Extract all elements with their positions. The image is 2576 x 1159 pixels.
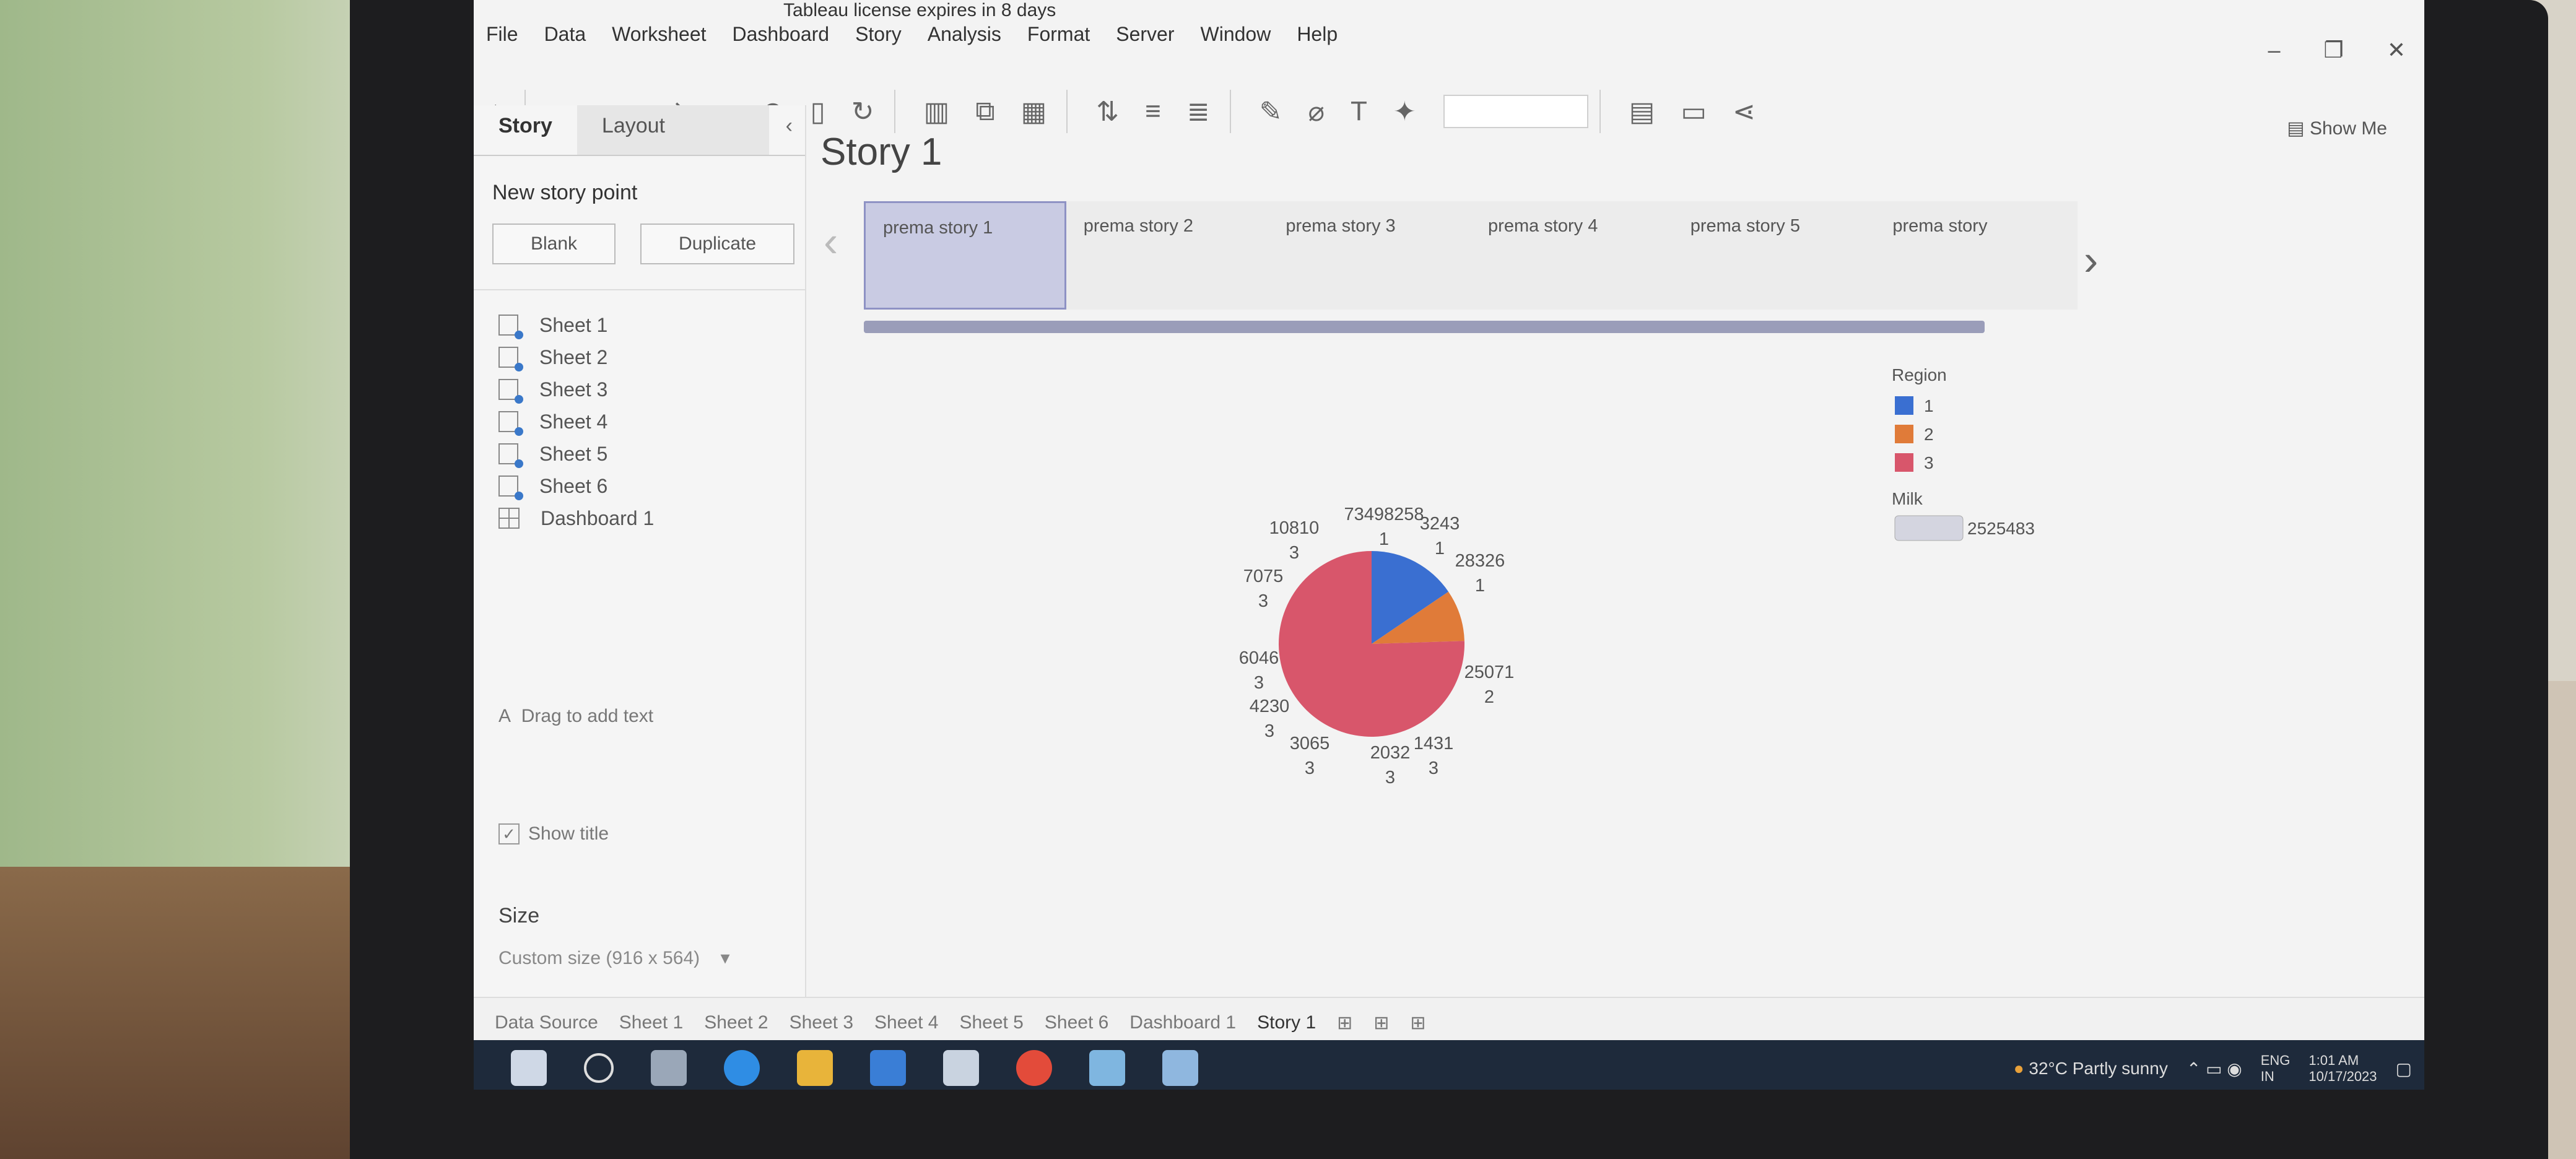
tab-dashboard[interactable]: Dashboard 1: [1129, 1012, 1236, 1033]
chrome-icon[interactable]: [1016, 1050, 1052, 1086]
slice-value-label: 4230: [1250, 697, 1290, 716]
tab-sheet[interactable]: Sheet 4: [874, 1012, 938, 1033]
legend-swatch[interactable]: [1895, 453, 1913, 472]
region-code: IN: [2260, 1069, 2274, 1084]
legend-label: 3: [1924, 453, 1934, 472]
new-story-icon[interactable]: ⊞: [1410, 1012, 1425, 1034]
slice-value-label: 3243: [1420, 514, 1460, 534]
slice-region-label: 1: [1435, 539, 1445, 558]
clock[interactable]: 1:01 AM 10/17/2023: [2308, 1053, 2377, 1085]
tab-data-source[interactable]: Data Source: [495, 1012, 598, 1033]
slice-region-label: 3: [1305, 758, 1315, 778]
mail-icon[interactable]: [943, 1050, 979, 1086]
size-legend-title: Milk: [1892, 489, 1923, 508]
slice-region-label: 1: [1475, 576, 1485, 596]
search-icon[interactable]: [584, 1053, 614, 1083]
pie-chart: 73498258 1 3243 1 28326 1 25071 2 1431 3 2032 3 3065…: [1239, 365, 2035, 788]
slice-region-label: 3: [1264, 721, 1274, 741]
slice-value-label: 1431: [1414, 734, 1454, 753]
tray-icons[interactable]: ⌃ ▭ ◉: [2187, 1059, 2242, 1079]
slice-region-label: 3: [1258, 591, 1268, 611]
slice-value-label: 3065: [1290, 734, 1330, 753]
new-worksheet-icon[interactable]: ⊞: [1337, 1012, 1352, 1034]
file-explorer-icon[interactable]: [797, 1050, 833, 1086]
slice-value-label: 25071: [1464, 662, 1515, 682]
tab-story[interactable]: Story 1: [1257, 1012, 1316, 1033]
slice-value-label: 28326: [1455, 551, 1505, 571]
legend-label: 1: [1924, 396, 1934, 415]
language-code: ENG: [2260, 1053, 2291, 1068]
tab-sheet[interactable]: Sheet 1: [619, 1012, 683, 1033]
store-icon[interactable]: [870, 1050, 906, 1086]
desk-background: [0, 867, 372, 1159]
slice-value-label: 2032: [1370, 743, 1411, 763]
slice-region-label: 3: [1385, 768, 1395, 788]
slice-region-label: 3: [1254, 673, 1264, 693]
size-legend-swatch: [1894, 515, 1964, 541]
slice-region-label: 3: [1429, 758, 1438, 778]
weather-icon[interactable]: ●: [2014, 1059, 2029, 1079]
slice-region-label: 3: [1289, 543, 1299, 563]
system-tray: ● 32°C Partly sunny ⌃ ▭ ◉ ENG IN 1:01 AM…: [2014, 1053, 2412, 1085]
size-legend-value: 2525483: [1967, 519, 2035, 538]
legend-label: 2: [1924, 425, 1934, 444]
notification-icon[interactable]: ▢: [2396, 1059, 2412, 1079]
weather-text[interactable]: 32°C Partly sunny: [2029, 1059, 2167, 1079]
slice-region-label: 1: [1379, 529, 1389, 549]
slice-value-label: 7075: [1243, 566, 1284, 586]
slice-value-label: 6046: [1239, 648, 1279, 668]
new-dashboard-icon[interactable]: ⊞: [1373, 1012, 1389, 1034]
tableau-window: Tableau license expires in 8 days File D…: [474, 0, 2424, 1090]
tab-sheet[interactable]: Sheet 2: [704, 1012, 768, 1033]
slice-value-label: 10810: [1269, 518, 1320, 538]
legend-swatch[interactable]: [1895, 425, 1913, 443]
task-view-icon[interactable]: [651, 1050, 687, 1086]
edge-icon[interactable]: [724, 1050, 760, 1086]
tab-sheet[interactable]: Sheet 6: [1045, 1012, 1108, 1033]
language[interactable]: ENG IN: [2261, 1053, 2291, 1085]
tab-sheet[interactable]: Sheet 3: [790, 1012, 853, 1033]
notes-icon[interactable]: [1089, 1050, 1125, 1086]
slice-value-label: 73498258: [1344, 505, 1424, 524]
clock-time: 1:01 AM: [2308, 1053, 2359, 1068]
start-icon[interactable]: [511, 1050, 547, 1086]
clock-date: 10/17/2023: [2308, 1069, 2377, 1084]
legend-title: Region: [1892, 365, 1947, 384]
tab-sheet[interactable]: Sheet 5: [959, 1012, 1023, 1033]
legend-swatch[interactable]: [1895, 396, 1913, 415]
tableau-icon[interactable]: [1162, 1050, 1198, 1086]
slice-region-label: 2: [1484, 687, 1494, 707]
